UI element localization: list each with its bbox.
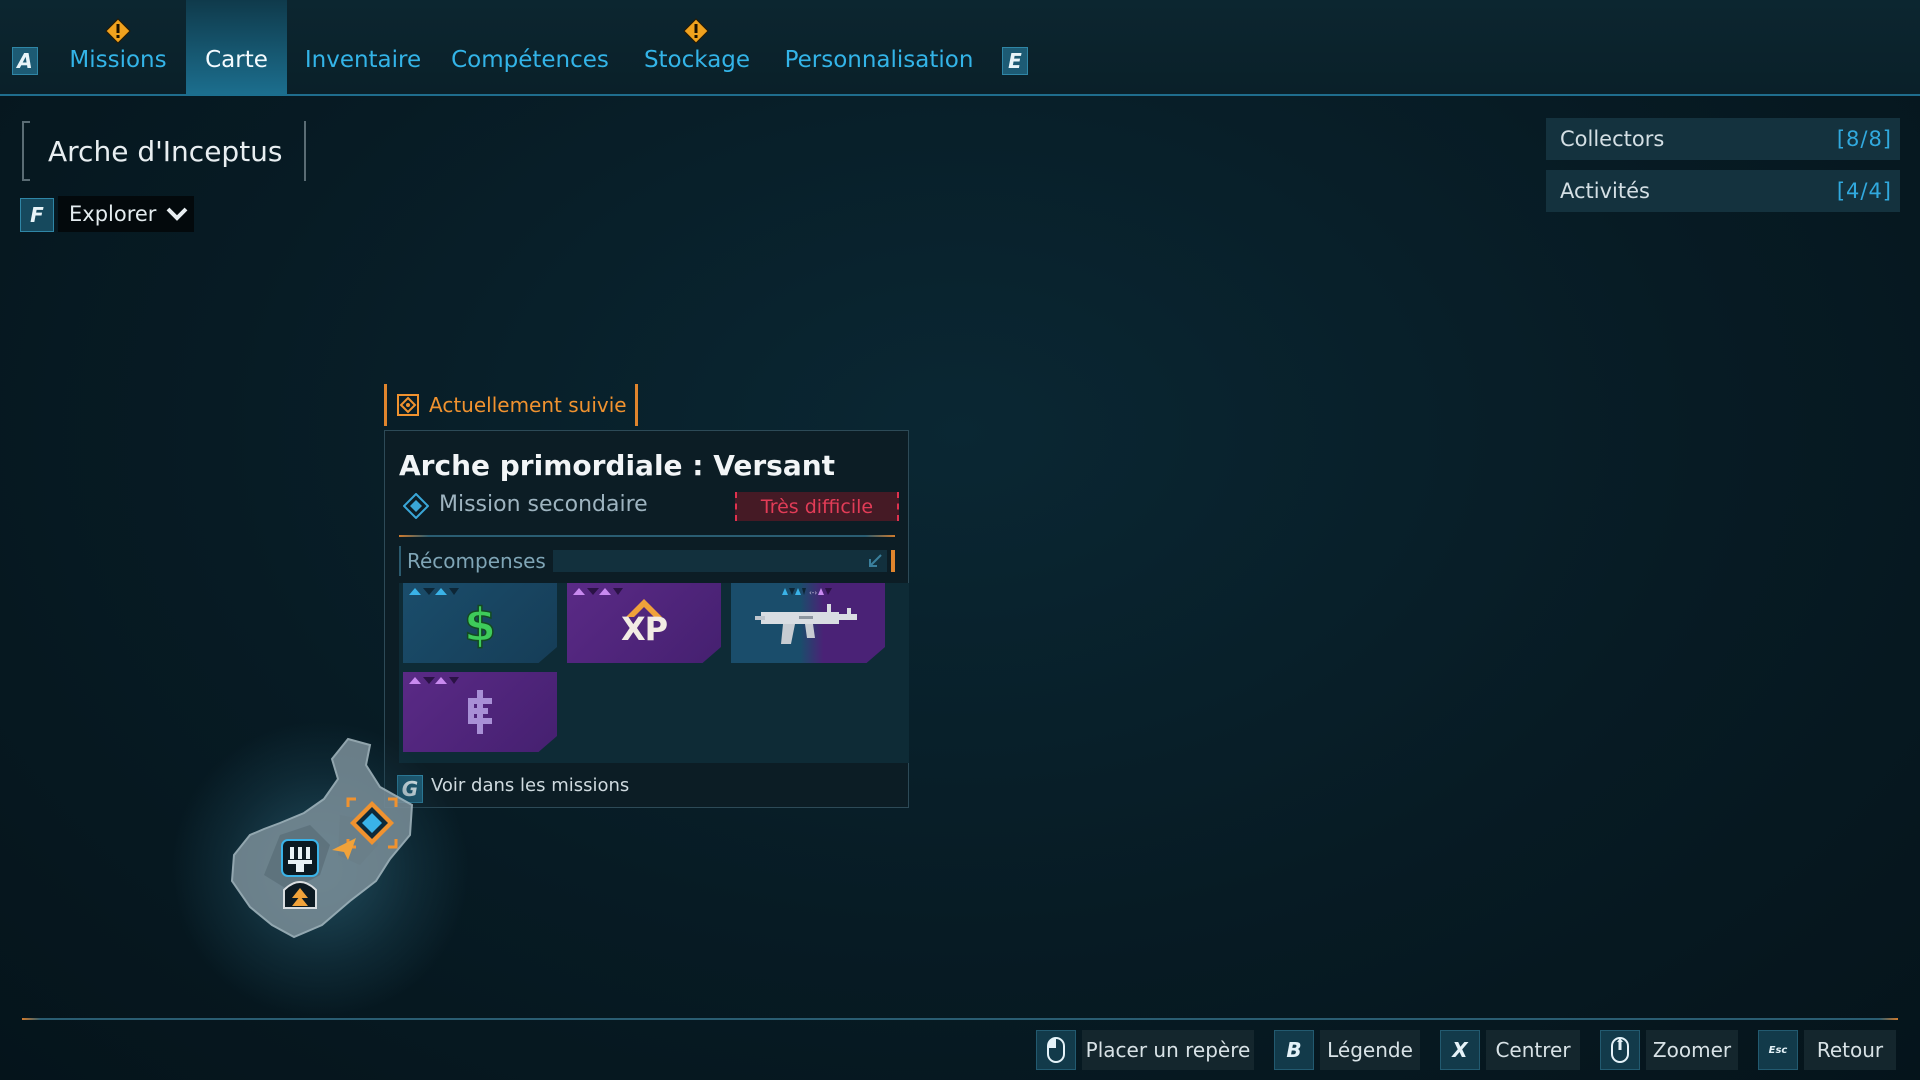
tab-carte[interactable]: Carte — [186, 0, 287, 96]
center-hint[interactable]: Centrer — [1486, 1030, 1580, 1070]
hint-key-label: B — [1286, 1038, 1302, 1062]
reward-cash[interactable]: $ — [403, 583, 557, 663]
mission-title: Arche primordiale : Versant — [399, 449, 836, 482]
player-arrow-icon — [332, 838, 356, 860]
counter-value: [4/4] — [1836, 179, 1892, 203]
hint-label: Placer un repère — [1085, 1038, 1251, 1062]
key-esc-icon[interactable]: Esc — [1758, 1030, 1798, 1070]
activities-counter[interactable]: Activités [4/4] — [1546, 170, 1900, 212]
counter-label: Collectors — [1560, 127, 1665, 151]
rewards-header: Récompenses — [399, 546, 895, 576]
difficulty-label: Très difficile — [760, 495, 874, 518]
tracked-mission-header: Actuellement suivie — [384, 384, 638, 426]
counter-label: Activités — [1560, 179, 1650, 203]
bottom-divider — [22, 1018, 1898, 1020]
divider — [399, 535, 895, 537]
tab-personnalisation[interactable]: Personnalisation — [784, 0, 974, 96]
legend-hint[interactable]: Légende — [1320, 1030, 1420, 1070]
smg-weapon-icon — [731, 583, 885, 663]
tab-label: Carte — [205, 47, 268, 73]
rewards-label: Récompenses — [407, 549, 546, 573]
tab-inventaire[interactable]: Inventaire — [304, 0, 422, 96]
tab-label: Inventaire — [304, 47, 422, 73]
alert-icon — [105, 18, 131, 44]
mission-details-panel: Arche primordiale : Versant Mission seco… — [384, 430, 909, 808]
place-marker-hint[interactable]: Placer un repère — [1082, 1030, 1254, 1070]
key-b-icon[interactable]: B — [1274, 1030, 1314, 1070]
collapse-icon — [869, 554, 882, 567]
tab-label: Personnalisation — [784, 47, 974, 73]
filter-key[interactable]: F — [20, 198, 54, 232]
hint-label: Retour — [1816, 1038, 1884, 1062]
vault-hunter-npc-icon[interactable] — [280, 838, 320, 878]
tracked-label: Actuellement suivie — [429, 393, 627, 417]
tab-missions[interactable]: Missions — [58, 0, 178, 96]
view-missions-label: Voir dans les missions — [431, 775, 630, 796]
rewards-bar-fill — [553, 550, 887, 572]
mouse-left-icon[interactable] — [1036, 1030, 1076, 1070]
chevron-down-icon — [167, 207, 188, 221]
rewards-end-marker — [891, 550, 895, 572]
tab-stockage[interactable]: Stockage — [642, 0, 752, 96]
reward-xp[interactable]: XP — [567, 583, 721, 663]
svg-text:$: $ — [464, 598, 496, 649]
reward-weapon[interactable]: ‹-› — [731, 583, 885, 663]
filter-label: Explorer — [69, 202, 157, 226]
next-tab-key[interactable]: E — [1002, 47, 1028, 75]
hint-label: Centrer — [1495, 1038, 1571, 1062]
location-title: Arche d'Inceptus — [22, 121, 306, 181]
location-name: Arche d'Inceptus — [48, 134, 283, 168]
difficulty-badge: Très difficile — [735, 492, 899, 521]
collectors-counter[interactable]: Collectors [8/8] — [1546, 118, 1900, 160]
mouse-wheel-icon[interactable] — [1600, 1030, 1640, 1070]
tab-label: Stockage — [643, 47, 751, 73]
tab-label: Compétences — [451, 47, 609, 73]
key-x-icon[interactable]: X — [1440, 1030, 1480, 1070]
top-navigation: A Missions Carte Inventaire Compétences … — [0, 0, 1920, 96]
hint-label: Zoomer — [1652, 1038, 1732, 1062]
prev-tab-key[interactable]: A — [12, 47, 38, 75]
hint-key-label: X — [1452, 1038, 1468, 1062]
mission-type: Mission secondaire — [439, 492, 648, 517]
fast-travel-icon[interactable] — [280, 878, 320, 910]
hint-key-label: Esc — [1768, 1044, 1788, 1056]
side-mission-icon — [403, 493, 429, 519]
counter-value: [8/8] — [1836, 127, 1892, 151]
view-in-missions-link[interactable]: Voir dans les missions — [431, 775, 629, 796]
rewards-grid: $ XP ‹-› — [399, 583, 909, 763]
xp-text: XP — [620, 610, 668, 648]
back-hint[interactable]: Retour — [1804, 1030, 1896, 1070]
tracked-icon — [397, 394, 419, 416]
xp-icon: XP — [567, 583, 721, 663]
tab-label: Missions — [69, 47, 167, 73]
cash-icon: $ — [403, 583, 557, 663]
tab-competences[interactable]: Compétences — [451, 0, 609, 96]
hint-label: Légende — [1327, 1038, 1413, 1062]
alert-icon — [683, 18, 709, 44]
zoom-hint[interactable]: Zoomer — [1646, 1030, 1738, 1070]
explore-filter-dropdown[interactable]: Explorer — [58, 196, 194, 232]
